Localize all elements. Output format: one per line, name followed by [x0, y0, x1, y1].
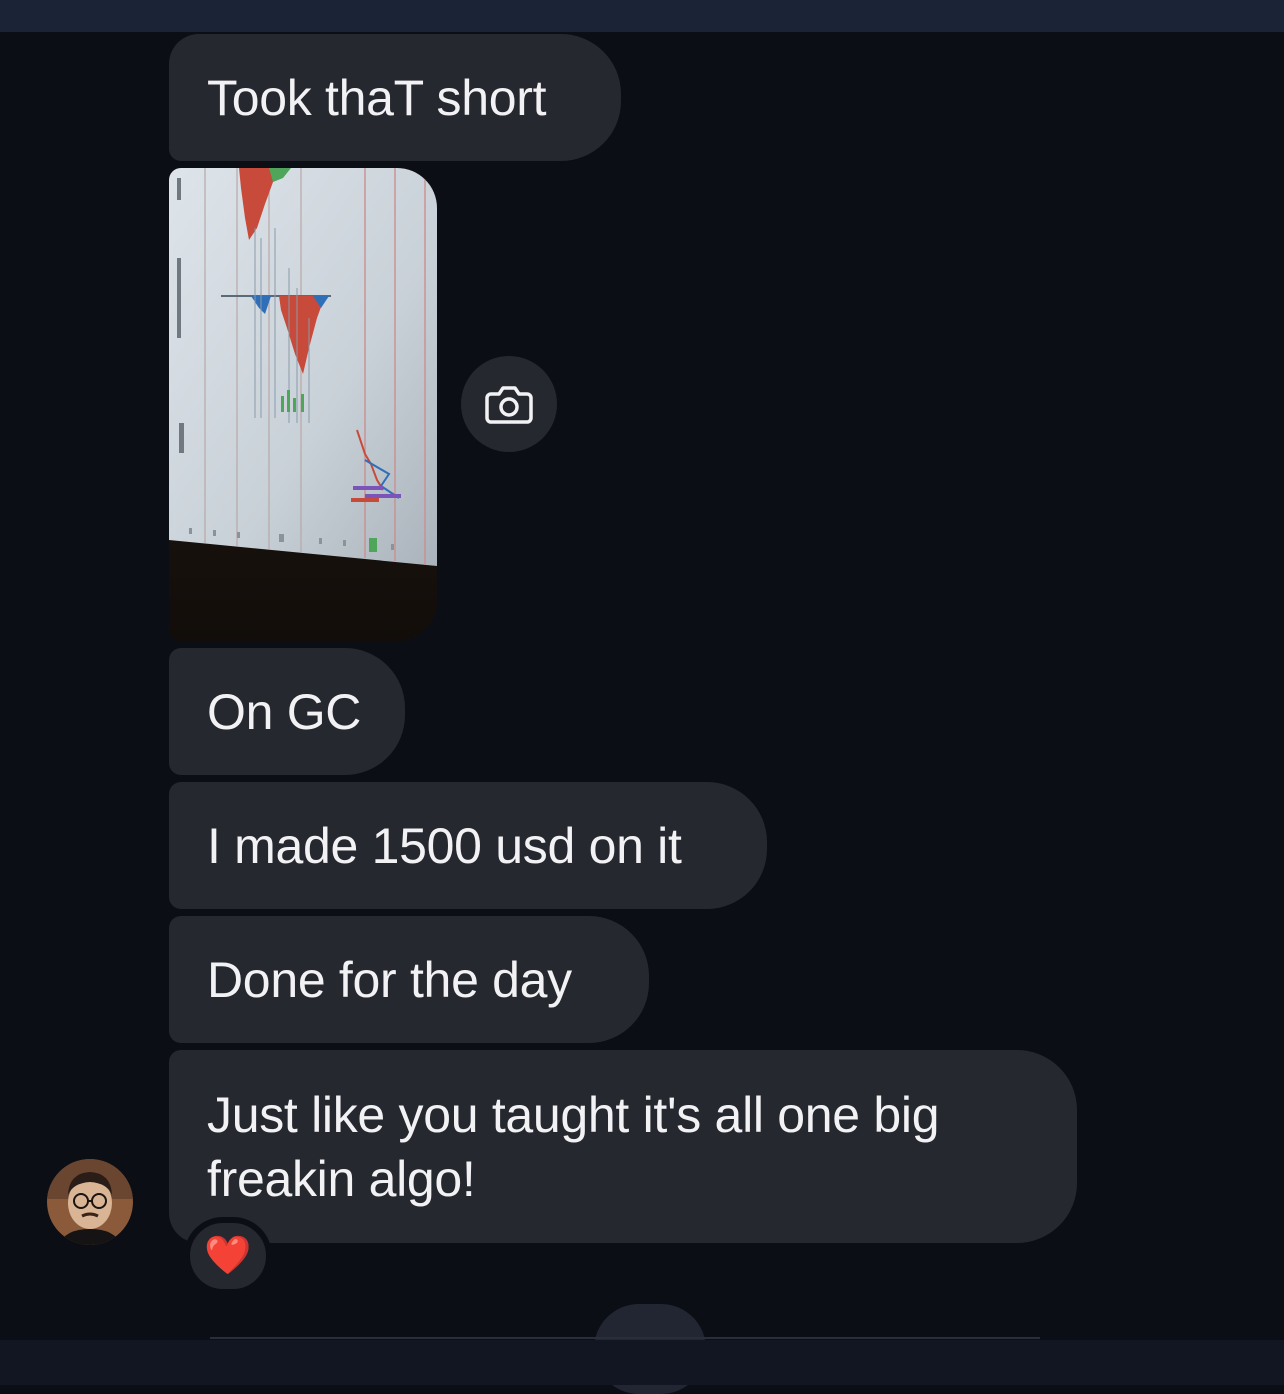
message-text: Just like you taught it's all one big fr…	[207, 1086, 940, 1207]
heart-reaction[interactable]: ❤️	[184, 1217, 272, 1295]
photo-message[interactable]	[169, 168, 437, 641]
camera-button[interactable]	[461, 356, 557, 452]
trading-chart-photo	[169, 168, 437, 641]
bottom-bar	[0, 1340, 1284, 1385]
message-bubble-made-1500[interactable]: I made 1500 usd on it	[169, 782, 767, 909]
message-text: On GC	[207, 683, 362, 740]
avatar[interactable]	[47, 1159, 133, 1245]
heart-icon: ❤️	[204, 1235, 252, 1277]
message-text: I made 1500 usd on it	[207, 817, 682, 874]
composer-divider	[210, 1337, 1040, 1339]
sender-avatar-image	[47, 1159, 133, 1245]
message-text: Done for the day	[207, 951, 572, 1008]
message-bubble-took-that-short[interactable]: Took thaT short	[169, 34, 621, 161]
camera-icon	[485, 386, 533, 424]
message-bubble-on-gc[interactable]: On GC	[169, 648, 405, 775]
message-bubble-done-for-day[interactable]: Done for the day	[169, 916, 649, 1043]
message-text: Took thaT short	[207, 69, 547, 126]
top-status-strip	[0, 0, 1284, 32]
message-bubble-just-like-you-taught[interactable]: Just like you taught it's all one big fr…	[169, 1050, 1077, 1243]
